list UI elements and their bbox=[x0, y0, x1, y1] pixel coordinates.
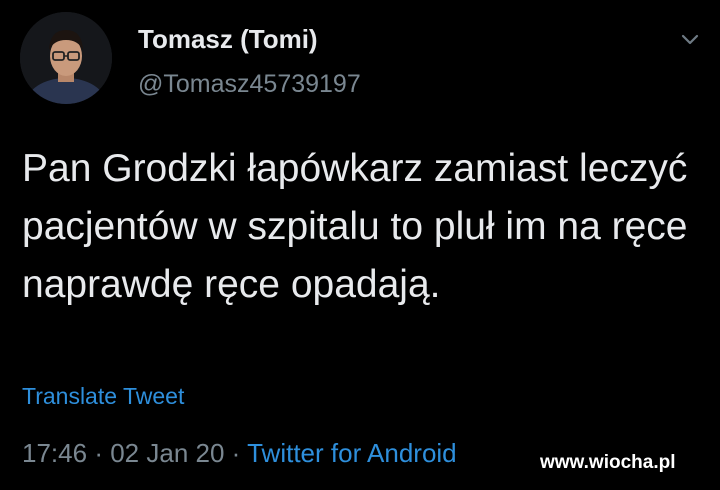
tweet-time: 17:46 bbox=[22, 438, 88, 468]
watermark: www.wiocha.pl bbox=[540, 452, 676, 473]
chevron-down-icon[interactable] bbox=[676, 28, 704, 52]
avatar[interactable] bbox=[20, 12, 112, 104]
author-handle[interactable]: @Tomasz45739197 bbox=[138, 70, 361, 99]
profile-photo-icon bbox=[20, 12, 112, 104]
meta-separator: · bbox=[231, 438, 241, 468]
tweet-meta: 17:46 · 02 Jan 20 · Twitter for Android bbox=[22, 438, 457, 469]
tweet-source-link[interactable]: Twitter for Android bbox=[247, 438, 457, 468]
tweet-text: Pan Grodzki łapówkarz zamiast leczyć pac… bbox=[22, 147, 688, 306]
translate-tweet-link[interactable]: Translate Tweet bbox=[22, 383, 184, 410]
tweet-date: 02 Jan 20 bbox=[110, 438, 225, 468]
author-display-name[interactable]: Tomasz (Tomi) bbox=[138, 24, 318, 55]
meta-separator: · bbox=[94, 438, 103, 468]
